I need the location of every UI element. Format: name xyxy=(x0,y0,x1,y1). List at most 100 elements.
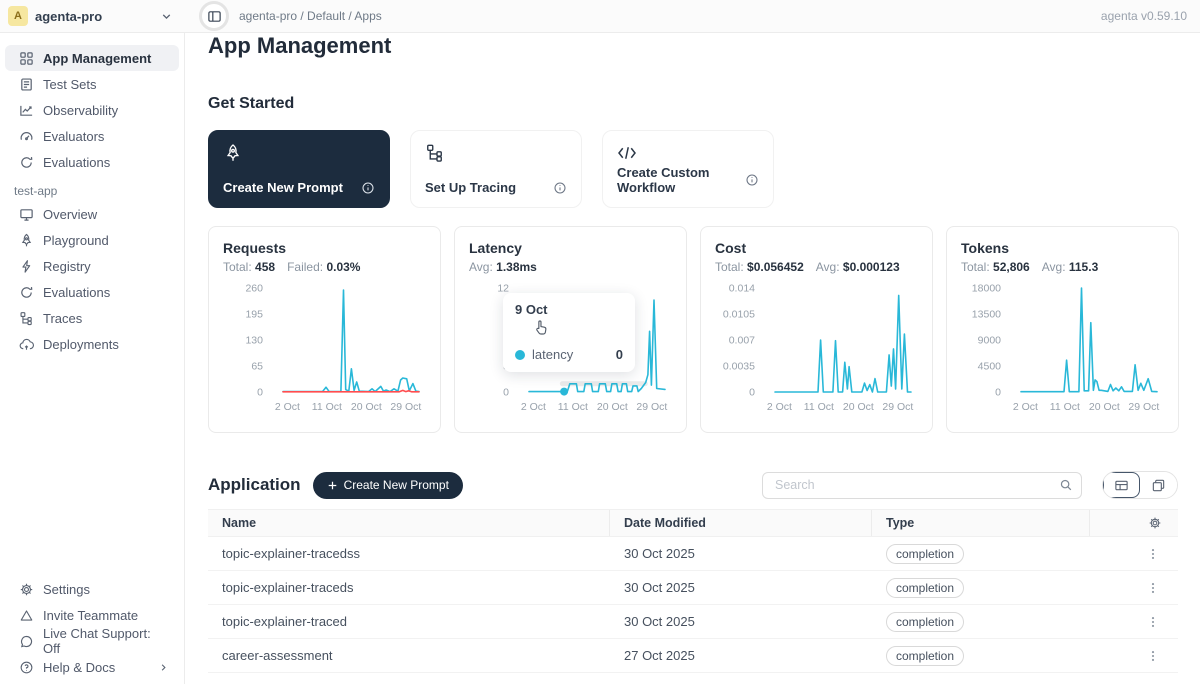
create-custom-workflow-card[interactable]: Create Custom Workflow xyxy=(602,130,774,208)
search-icon[interactable] xyxy=(1059,478,1073,492)
column-header-type[interactable]: Type xyxy=(872,510,1090,536)
app-name: career-assessment xyxy=(208,648,610,663)
svg-text:20 Oct: 20 Oct xyxy=(843,401,874,413)
svg-text:13500: 13500 xyxy=(972,309,1001,321)
table-row[interactable]: career-assessment 27 Oct 2025 completion xyxy=(208,639,1178,673)
row-menu-button[interactable] xyxy=(1146,546,1160,562)
sidebar-item-label: Traces xyxy=(43,311,82,326)
chart-title: Requests xyxy=(223,240,426,256)
table-row[interactable]: topic-explainer-traceds 30 Oct 2025 comp… xyxy=(208,571,1178,605)
column-settings-header xyxy=(1090,510,1178,536)
sidebar-item-evaluators[interactable]: Evaluators xyxy=(5,123,179,149)
tokens-chart-card: Tokens Total: 52,806 Avg: 115.3 18000135… xyxy=(946,226,1179,433)
sidebar-item-app-evaluations[interactable]: Evaluations xyxy=(5,279,179,305)
chart-stats: Total: 458 Failed: 0.03% xyxy=(223,260,426,274)
row-menu-button[interactable] xyxy=(1146,614,1160,630)
table-view-button[interactable] xyxy=(1103,472,1140,498)
sidebar-item-settings[interactable]: Settings xyxy=(5,576,179,602)
create-new-prompt-card[interactable]: Create New Prompt xyxy=(208,130,390,208)
search-input[interactable] xyxy=(773,477,1059,493)
app-section-label: test-app xyxy=(14,184,184,198)
info-icon[interactable] xyxy=(361,181,375,195)
card-label: Create Custom Workflow xyxy=(617,165,745,195)
table-row[interactable]: topic-explainer-traced 30 Oct 2025 compl… xyxy=(208,605,1178,639)
sidebar-item-deployments[interactable]: Deployments xyxy=(5,331,179,357)
svg-text:29 Oct: 29 Oct xyxy=(390,401,421,413)
sidebar-collapse-button[interactable] xyxy=(199,1,229,31)
applications-table: Name Date Modified Type topic-explainer-… xyxy=(208,509,1178,673)
svg-text:130: 130 xyxy=(245,335,263,347)
svg-text:0.0035: 0.0035 xyxy=(723,361,755,373)
svg-text:29 Oct: 29 Oct xyxy=(1128,401,1159,413)
type-badge: completion xyxy=(886,578,964,598)
gauge-icon xyxy=(19,129,34,144)
svg-text:0.0105: 0.0105 xyxy=(723,309,755,321)
svg-text:0: 0 xyxy=(749,387,755,399)
sidebar-item-help-docs[interactable]: Help & Docs xyxy=(5,654,179,680)
chart-stats: Total: 52,806 Avg: 115.3 xyxy=(961,260,1164,274)
metrics-charts: Requests Total: 458 Failed: 0.03% 260195… xyxy=(208,226,1178,433)
traces-icon xyxy=(19,311,34,326)
app-date-modified: 27 Oct 2025 xyxy=(610,648,872,663)
sidebar-item-test-sets[interactable]: Test Sets xyxy=(5,71,179,97)
create-new-prompt-button[interactable]: Create New Prompt xyxy=(313,472,463,499)
chart-tooltip: 9 Oct latency 0 xyxy=(503,293,635,372)
sidebar-item-invite-teammate[interactable]: Invite Teammate xyxy=(5,602,179,628)
sidebar-item-registry[interactable]: Registry xyxy=(5,253,179,279)
tracing-icon xyxy=(425,143,567,163)
svg-text:20 Oct: 20 Oct xyxy=(1089,401,1120,413)
sidebar-item-overview[interactable]: Overview xyxy=(5,201,179,227)
svg-text:2 Oct: 2 Oct xyxy=(275,401,300,413)
svg-text:4500: 4500 xyxy=(978,361,1002,373)
svg-text:0: 0 xyxy=(995,387,1001,399)
table-header: Name Date Modified Type xyxy=(208,509,1178,537)
chevron-down-icon xyxy=(160,10,173,23)
app-version: agenta v0.59.10 xyxy=(1101,9,1200,23)
card-view-button[interactable] xyxy=(1140,472,1177,498)
row-menu-button[interactable] xyxy=(1146,580,1160,596)
chart-title: Tokens xyxy=(961,240,1164,256)
grid-icon xyxy=(19,51,34,66)
cost-chart: 0.0140.01050.0070.003502 Oct11 Oct20 Oct… xyxy=(715,276,920,426)
info-icon[interactable] xyxy=(553,181,567,195)
breadcrumb[interactable]: agenta-pro / Default / Apps xyxy=(239,9,382,23)
sidebar-item-label: Observability xyxy=(43,103,118,118)
search-box xyxy=(762,472,1082,499)
svg-text:260: 260 xyxy=(245,283,263,295)
card-label: Set Up Tracing xyxy=(425,180,516,195)
column-header-name[interactable]: Name xyxy=(208,510,610,536)
svg-text:29 Oct: 29 Oct xyxy=(636,401,667,413)
type-badge: completion xyxy=(886,544,964,564)
table-view-icon xyxy=(1114,478,1129,493)
svg-text:9000: 9000 xyxy=(978,335,1002,347)
workspace-switcher[interactable]: A agenta-pro xyxy=(0,6,185,26)
sidebar-item-app-management[interactable]: App Management xyxy=(5,45,179,71)
sidebar-item-live-chat[interactable]: Live Chat Support: Off xyxy=(5,628,179,654)
redo-icon xyxy=(19,285,34,300)
table-row[interactable]: topic-explainer-tracedss 30 Oct 2025 com… xyxy=(208,537,1178,571)
set-up-tracing-card[interactable]: Set Up Tracing xyxy=(410,130,582,208)
sidebar-collapse-icon xyxy=(207,9,222,24)
gear-icon xyxy=(19,582,34,597)
view-toggle xyxy=(1102,471,1178,499)
sidebar-item-label: Help & Docs xyxy=(43,660,115,675)
info-icon[interactable] xyxy=(745,173,759,187)
workspace-avatar: A xyxy=(8,6,28,26)
sidebar-item-label: Deployments xyxy=(43,337,119,352)
tokens-chart: 18000135009000450002 Oct11 Oct20 Oct29 O… xyxy=(961,276,1166,426)
sidebar-item-playground[interactable]: Playground xyxy=(5,227,179,253)
application-heading: Application xyxy=(208,475,301,495)
sidebar-item-observability[interactable]: Observability xyxy=(5,97,179,123)
sidebar-item-evaluations[interactable]: Evaluations xyxy=(5,149,179,175)
svg-text:11 Oct: 11 Oct xyxy=(558,401,588,413)
triangle-icon xyxy=(19,608,34,623)
svg-text:65: 65 xyxy=(251,361,263,373)
sidebar-item-traces[interactable]: Traces xyxy=(5,305,179,331)
get-started-heading: Get Started xyxy=(208,95,1178,113)
sidebar-item-label: Test Sets xyxy=(43,77,96,92)
sidebar-item-label: Settings xyxy=(43,582,90,597)
column-header-date-modified[interactable]: Date Modified xyxy=(610,510,872,536)
test-sets-icon xyxy=(19,77,34,92)
row-menu-button[interactable] xyxy=(1146,648,1160,664)
gear-icon[interactable] xyxy=(1148,516,1162,530)
